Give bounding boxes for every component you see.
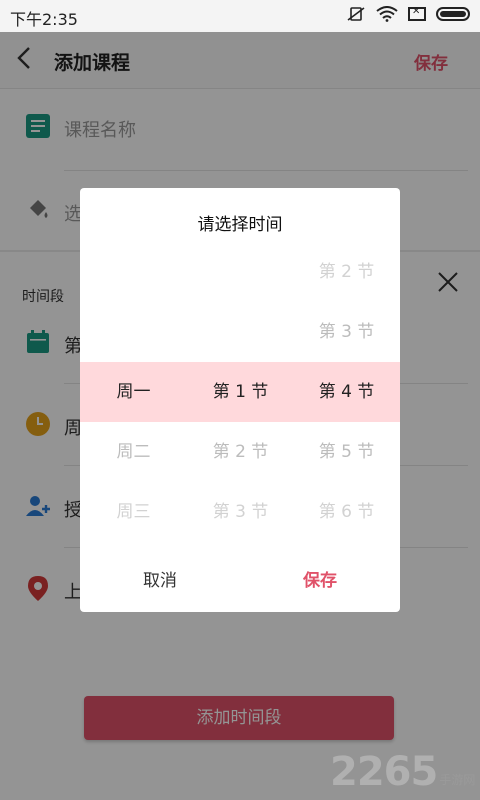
status-bar: 下午2:35 [0,0,480,32]
picker-item[interactable]: 周三 [80,482,187,542]
picker-item[interactable] [80,242,187,302]
weekday-picker[interactable]: 周一 周二 周三 [80,242,187,542]
picker-item[interactable]: 周二 [80,422,187,482]
picker-item[interactable]: 第 6 节 [293,482,400,542]
picker-item[interactable]: 第 3 节 [293,302,400,362]
picker-item[interactable] [80,302,187,362]
picker-item-selected[interactable]: 第 4 节 [293,362,400,422]
battery-icon [436,7,470,21]
end-period-picker[interactable]: 第 2 节 第 3 节 第 4 节 第 5 节 第 6 节 [293,242,400,542]
picker-item[interactable] [187,242,294,302]
watermark: 2265 手游网 [330,744,475,792]
picker-item[interactable]: 第 3 节 [187,482,294,542]
picker-item-selected[interactable]: 周一 [80,362,187,422]
sim-icon [408,6,426,21]
picker-item[interactable]: 第 2 节 [293,242,400,302]
status-icons [346,6,470,22]
vibrate-off-icon [347,7,365,21]
time-picker-dialog: 请选择时间 周一 周二 周三 第 1 节 第 2 节 第 3 节 第 2 节 第… [80,188,400,612]
dialog-title: 请选择时间 [197,215,283,235]
start-period-picker[interactable]: 第 1 节 第 2 节 第 3 节 [187,242,294,542]
status-time: 下午2:35 [10,10,78,29]
picker-item[interactable] [187,302,294,362]
watermark-suffix: 手游网 [439,773,476,787]
picker-item[interactable]: 第 2 节 [187,422,294,482]
picker-item[interactable]: 第 5 节 [293,422,400,482]
dialog-save-button[interactable]: 保存 [270,566,370,591]
wifi-icon [376,6,398,22]
picker-item-selected[interactable]: 第 1 节 [187,362,294,422]
watermark-brand: 2265 [330,749,438,795]
dialog-cancel-button[interactable]: 取消 [110,566,210,591]
